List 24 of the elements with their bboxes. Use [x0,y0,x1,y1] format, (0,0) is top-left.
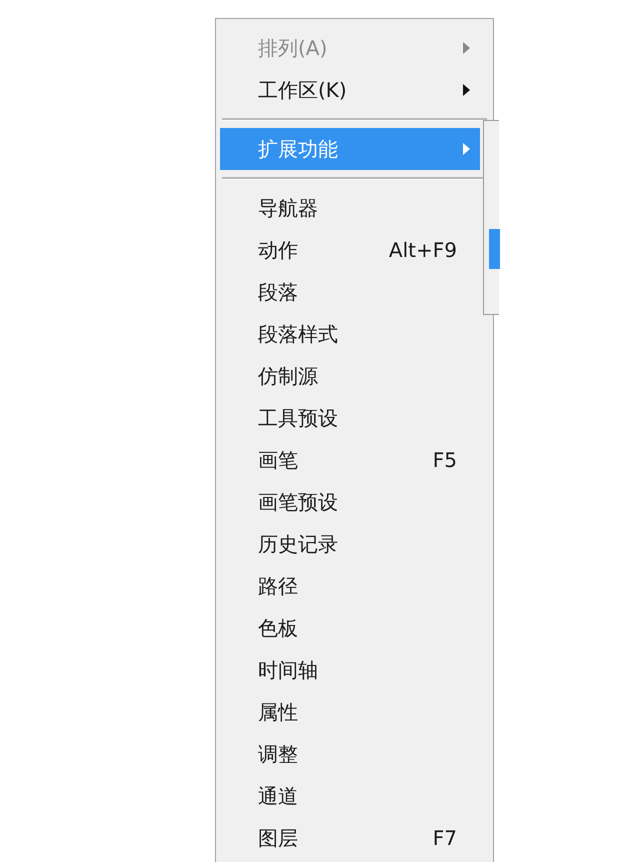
menu-item[interactable]: 属性 [220,691,480,733]
menu-item[interactable]: 仿制源 [220,355,480,397]
menu-item[interactable]: 导航器 [220,187,480,229]
shortcut-label: F7 [432,826,457,850]
submenu-arrow-icon [463,84,470,96]
menu-item[interactable]: 色板 [220,607,480,649]
shortcut-label: Alt+F9 [388,238,457,262]
submenu-arrow-icon [463,42,470,54]
menu-item[interactable]: 画笔 F5 [220,439,480,481]
menu-item[interactable]: 历史记录 [220,523,480,565]
menu-item[interactable]: 图层 F7 [220,817,480,859]
menu-item[interactable]: 段落 [220,271,480,313]
menu-item[interactable]: 画笔预设 [220,481,480,523]
highlighted-submenu-item[interactable] [489,229,500,269]
menu-item[interactable]: 段落样式 [220,313,480,355]
shortcut-label: F5 [432,448,457,472]
menu-item[interactable]: 路径 [220,565,480,607]
menu-item[interactable]: 通道 [220,775,480,817]
menu-item[interactable]: 调整 [220,733,480,775]
submenu-arrow-icon [463,143,470,155]
menu-item[interactable]: 时间轴 [220,649,480,691]
menu-item[interactable]: 工具预设 [220,397,480,439]
menu-item[interactable]: 工作区(K) [220,69,480,111]
menu-item[interactable]: 动作 Alt+F9 [220,229,480,271]
